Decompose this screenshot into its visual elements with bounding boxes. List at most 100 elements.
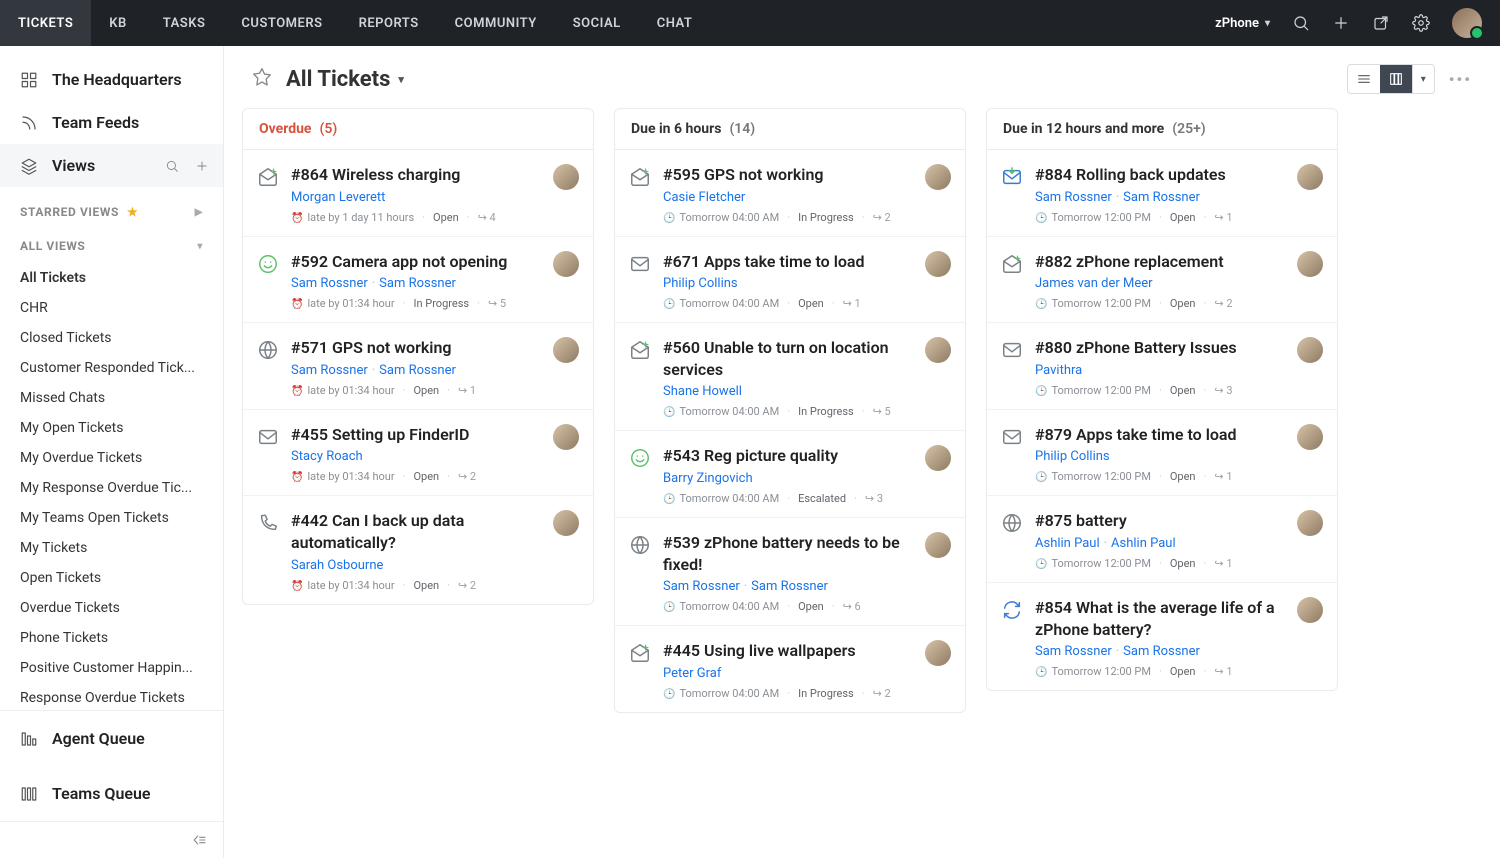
assignee-avatar[interactable] — [1297, 337, 1323, 363]
assignee-avatar[interactable] — [553, 510, 579, 536]
ticket-card[interactable]: #854 What is the average life of a zPhon… — [987, 582, 1337, 690]
view-item[interactable]: Response Overdue Tickets — [0, 683, 223, 710]
assignee-link[interactable]: Sarah Osbourne — [291, 558, 383, 573]
nav-tab-community[interactable]: COMMUNITY — [437, 0, 555, 46]
ticket-card[interactable]: #445 Using live wallpapersPeter GrafTomo… — [615, 625, 965, 712]
ticket-card[interactable]: #671 Apps take time to loadPhilip Collin… — [615, 236, 965, 323]
assignee-avatar[interactable] — [925, 337, 951, 363]
assignee-link[interactable]: Peter Graf — [663, 666, 721, 681]
sidebar-headquarters[interactable]: The Headquarters — [0, 58, 223, 101]
ticket-card[interactable]: #864 Wireless chargingMorgan Leverettlat… — [243, 150, 593, 236]
view-item[interactable]: CHR — [0, 293, 223, 323]
assignee-avatar[interactable] — [925, 164, 951, 190]
nav-tab-reports[interactable]: REPORTS — [341, 0, 437, 46]
assignee-avatar[interactable] — [1297, 597, 1323, 623]
nav-tab-kb[interactable]: KB — [91, 0, 145, 46]
view-item[interactable]: My Overdue Tickets — [0, 443, 223, 473]
ticket-card[interactable]: #571 GPS not workingSam Rossner·Sam Ross… — [243, 322, 593, 409]
view-item[interactable]: My Open Tickets — [0, 413, 223, 443]
assignee-link[interactable]: Sam Rossner — [1035, 190, 1112, 205]
ticket-card[interactable]: #879 Apps take time to loadPhilip Collin… — [987, 409, 1337, 496]
assignee-avatar[interactable] — [925, 640, 951, 666]
views-add-icon[interactable] — [195, 159, 209, 173]
view-board-button[interactable] — [1380, 65, 1412, 93]
view-item[interactable]: Phone Tickets — [0, 623, 223, 653]
assignee-link[interactable]: James van der Meer — [1035, 276, 1153, 291]
assignee-avatar[interactable] — [553, 424, 579, 450]
assignee-avatar[interactable] — [925, 445, 951, 471]
starred-views-header[interactable]: STARRED VIEWS ★ ▶ — [0, 191, 223, 225]
ticket-card[interactable]: #595 GPS not workingCasie FletcherTomorr… — [615, 150, 965, 236]
sidebar-views[interactable]: Views — [0, 144, 223, 187]
assignee-link[interactable]: Ashlin Paul — [1111, 536, 1176, 551]
ticket-card[interactable]: #455 Setting up FinderIDStacy Roachlate … — [243, 409, 593, 496]
ticket-card[interactable]: #539 zPhone battery needs to be fixed!Sa… — [615, 517, 965, 625]
view-item[interactable]: My Tickets — [0, 533, 223, 563]
assignee-link[interactable]: Casie Fletcher — [663, 190, 745, 205]
assignee-avatar[interactable] — [1297, 424, 1323, 450]
ticket-card[interactable]: #592 Camera app not openingSam Rossner·S… — [243, 236, 593, 323]
assignee-avatar[interactable] — [553, 337, 579, 363]
ticket-card[interactable]: #560 Unable to turn on location services… — [615, 322, 965, 430]
ticket-card[interactable]: #543 Reg picture qualityBarry ZingovichT… — [615, 430, 965, 517]
nav-tab-social[interactable]: SOCIAL — [555, 0, 639, 46]
views-search-icon[interactable] — [165, 159, 179, 173]
ticket-card[interactable]: #880 zPhone Battery IssuesPavithraTomorr… — [987, 322, 1337, 409]
view-item[interactable]: Positive Customer Happin... — [0, 653, 223, 683]
assignee-link[interactable]: Ashlin Paul — [1035, 536, 1100, 551]
more-menu-icon[interactable]: ••• — [1449, 70, 1472, 89]
assignee-link[interactable]: Philip Collins — [1035, 449, 1110, 464]
assignee-avatar[interactable] — [553, 251, 579, 277]
view-item[interactable]: Customer Responded Tick... — [0, 353, 223, 383]
assignee-link[interactable]: Shane Howell — [663, 384, 742, 399]
search-icon[interactable] — [1292, 14, 1310, 32]
view-item[interactable]: Overdue Tickets — [0, 593, 223, 623]
assignee-link[interactable]: Sam Rossner — [1035, 644, 1112, 659]
gear-icon[interactable] — [1412, 14, 1430, 32]
assignee-link[interactable]: Morgan Leverett — [291, 190, 385, 205]
nav-tab-tickets[interactable]: TICKETS — [0, 0, 91, 46]
sidebar-collapse[interactable] — [0, 821, 223, 858]
view-caret-button[interactable]: ▾ — [1412, 65, 1434, 93]
ticket-card[interactable]: #875 batteryAshlin Paul·Ashlin PaulTomor… — [987, 495, 1337, 582]
external-window-icon[interactable] — [1372, 14, 1390, 32]
page-title-dropdown[interactable]: All Tickets ▾ — [286, 67, 404, 92]
assignee-link[interactable]: Sam Rossner — [379, 363, 456, 378]
plus-icon[interactable] — [1332, 14, 1350, 32]
assignee-link[interactable]: Stacy Roach — [291, 449, 363, 464]
brand-dropdown[interactable]: zPhone ▾ — [1215, 16, 1270, 31]
ticket-card[interactable]: #884 Rolling back updatesSam Rossner·Sam… — [987, 150, 1337, 236]
assignee-avatar[interactable] — [925, 532, 951, 558]
nav-tab-chat[interactable]: CHAT — [639, 0, 711, 46]
sidebar-teams-queue[interactable]: Teams Queue — [0, 766, 223, 821]
assignee-link[interactable]: Sam Rossner — [751, 579, 828, 594]
all-views-header[interactable]: ALL VIEWS ▾ — [0, 225, 223, 259]
assignee-link[interactable]: Barry Zingovich — [663, 471, 753, 486]
assignee-avatar[interactable] — [1297, 164, 1323, 190]
assignee-avatar[interactable] — [1297, 251, 1323, 277]
assignee-avatar[interactable] — [553, 164, 579, 190]
sidebar-agent-queue[interactable]: Agent Queue — [0, 711, 223, 766]
assignee-avatar[interactable] — [1297, 510, 1323, 536]
view-item[interactable]: My Response Overdue Tic... — [0, 473, 223, 503]
assignee-link[interactable]: Sam Rossner — [291, 363, 368, 378]
assignee-link[interactable]: Sam Rossner — [291, 276, 368, 291]
assignee-link[interactable]: Pavithra — [1035, 363, 1082, 378]
sidebar-team-feeds[interactable]: Team Feeds — [0, 101, 223, 144]
nav-tab-tasks[interactable]: TASKS — [145, 0, 224, 46]
view-item[interactable]: Closed Tickets — [0, 323, 223, 353]
ticket-card[interactable]: #882 zPhone replacementJames van der Mee… — [987, 236, 1337, 323]
ticket-card[interactable]: #442 Can I back up data automatically?Sa… — [243, 495, 593, 603]
nav-tab-customers[interactable]: CUSTOMERS — [223, 0, 340, 46]
assignee-avatar[interactable] — [925, 251, 951, 277]
view-item[interactable]: Missed Chats — [0, 383, 223, 413]
assignee-link[interactable]: Sam Rossner — [1123, 644, 1200, 659]
favorite-star-icon[interactable] — [252, 67, 272, 91]
assignee-link[interactable]: Philip Collins — [663, 276, 738, 291]
view-item[interactable]: My Teams Open Tickets — [0, 503, 223, 533]
user-avatar[interactable] — [1452, 8, 1482, 38]
assignee-link[interactable]: Sam Rossner — [663, 579, 740, 594]
assignee-link[interactable]: Sam Rossner — [1123, 190, 1200, 205]
view-item[interactable]: Open Tickets — [0, 563, 223, 593]
view-item[interactable]: All Tickets — [0, 263, 223, 293]
